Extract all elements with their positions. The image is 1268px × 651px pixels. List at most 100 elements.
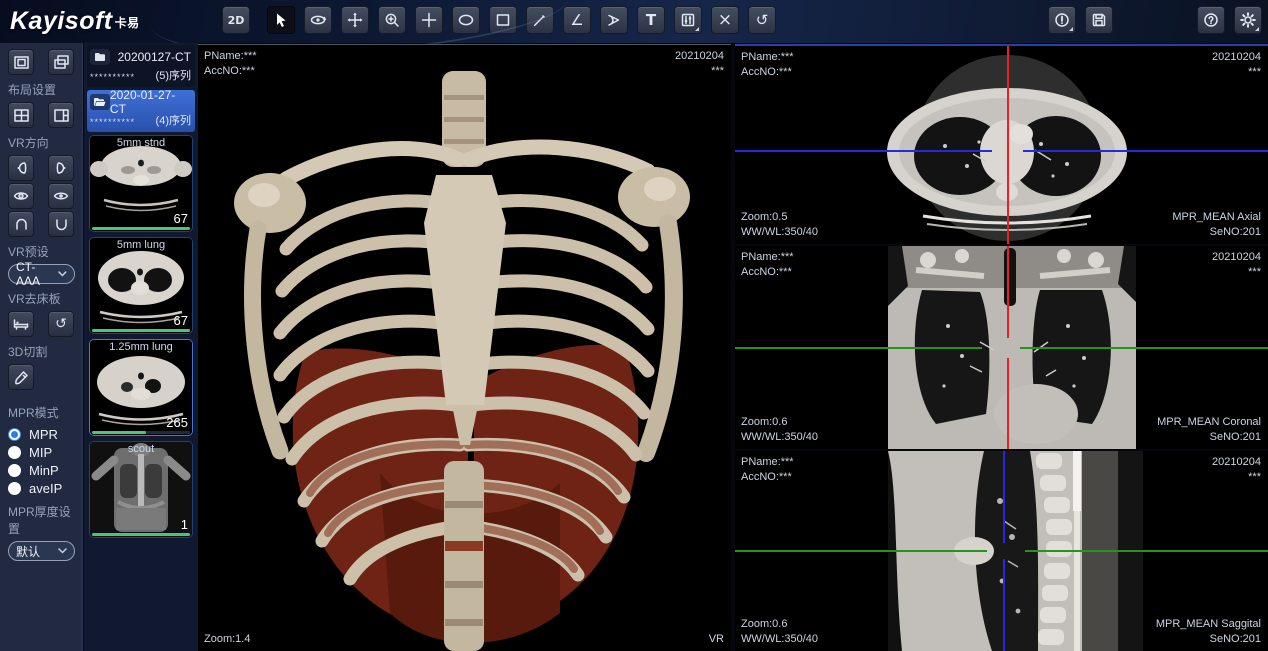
delete-button[interactable]: × xyxy=(711,6,739,34)
axial-crosshair-horizontal-left[interactable] xyxy=(735,150,992,152)
study-series-count: (5)序列 xyxy=(156,67,191,83)
layout-stack-button[interactable] xyxy=(48,49,74,75)
layout-grid-2x2-button[interactable] xyxy=(8,102,34,128)
accno-text: AccNO:*** xyxy=(741,65,794,80)
thumbnail-image xyxy=(90,442,192,537)
ellipse-icon xyxy=(457,12,475,28)
axial-date-overlay: 20210204 *** xyxy=(1212,50,1261,80)
measure-pencil-icon xyxy=(532,12,548,28)
mpr-thickness-value: 默认 xyxy=(16,543,40,560)
accno-text: AccNO:*** xyxy=(741,470,794,485)
axial-crosshair-horizontal-right[interactable] xyxy=(1023,150,1268,152)
reset-icon: ↺ xyxy=(756,13,769,28)
mode-2d-icon: 2D xyxy=(228,15,245,26)
axial-viewport[interactable]: PName:*** AccNO:*** 20210204 *** Zoom:0.… xyxy=(735,44,1268,244)
axial-crosshair-vertical[interactable] xyxy=(1007,46,1009,244)
cursor-button[interactable] xyxy=(267,6,295,34)
measure-button[interactable] xyxy=(526,6,554,34)
viewport-type-text: MPR_MEAN Axial xyxy=(1172,210,1261,225)
app-logo: Kayisoft卡易 xyxy=(10,7,140,36)
vr-face-front-button[interactable] xyxy=(8,183,34,209)
sagittal-crosshair-horizontal-left[interactable] xyxy=(735,550,987,552)
coronal-date-overlay: 20210204 *** xyxy=(1212,250,1261,280)
sagittal-crosshair-horizontal-right[interactable] xyxy=(1025,550,1268,552)
settings-button[interactable] xyxy=(1234,6,1262,34)
reset-button[interactable]: ↺ xyxy=(748,6,776,34)
thumbnail-1-25mm-lung[interactable]: 1.25mm lung 265 xyxy=(89,339,193,436)
pan-button[interactable] xyxy=(341,6,369,34)
remove-bed-button[interactable] xyxy=(8,311,34,337)
bed-reset-button[interactable]: ↺ xyxy=(48,311,74,337)
report-icon xyxy=(1054,12,1070,28)
masked-text: *** xyxy=(1212,65,1261,80)
pname-text: PName:*** xyxy=(741,250,794,265)
vr-head-right-icon xyxy=(54,161,69,176)
vr-head-bottom-button[interactable] xyxy=(48,211,74,237)
mpr-mode-radio-aveip[interactable]: aveIP xyxy=(8,479,82,497)
coronal-viewport[interactable]: PName:*** AccNO:*** 20210204 *** Zoom:0.… xyxy=(735,246,1268,449)
vr-head-right-button[interactable] xyxy=(48,155,74,181)
coronal-crosshair-vertical-bottom[interactable] xyxy=(1007,358,1009,449)
delete-icon: × xyxy=(718,12,732,29)
report-button[interactable] xyxy=(1048,6,1076,34)
vr-direction-label: VR方向 xyxy=(8,134,82,151)
vr-zoom-overlay: Zoom:1.4 xyxy=(204,632,250,647)
vr-face-back-button[interactable] xyxy=(48,183,74,209)
scalpel-button[interactable] xyxy=(8,364,34,390)
seno-text: SeNO:201 xyxy=(1157,430,1261,445)
settings-gear-icon xyxy=(1240,12,1256,28)
vr-preset-select[interactable]: CT-AAA xyxy=(8,264,75,284)
zoom-text: Zoom:1.4 xyxy=(204,632,250,647)
vr-type-overlay: VR xyxy=(709,632,724,647)
sagittal-crosshair-vertical-top[interactable] xyxy=(1003,451,1005,543)
rectangle-tool-button[interactable] xyxy=(489,6,517,34)
cobb-angle-button[interactable] xyxy=(600,6,628,34)
accno-text: AccNO:*** xyxy=(741,265,794,280)
thumbnail-5mm-stnd[interactable]: 5mm stnd 67 xyxy=(89,135,193,232)
pname-text: PName:*** xyxy=(741,455,794,470)
vr-head-left-button[interactable] xyxy=(8,155,34,181)
sidebar: 布局设置 VR方向 xyxy=(0,43,83,651)
folder-closed-icon xyxy=(90,49,110,65)
text-tool-button[interactable]: T xyxy=(637,6,665,34)
axial-zoom-overlay: Zoom:0.5 WW/WL:350/40 xyxy=(741,210,818,240)
mpr-column: PName:*** AccNO:*** 20210204 *** Zoom:0.… xyxy=(735,44,1268,651)
save-button[interactable] xyxy=(1085,6,1113,34)
thumbnail-5mm-lung[interactable]: 5mm lung 67 xyxy=(89,237,193,334)
study-item-20200127[interactable]: 20200127-CT ********** (5)序列 xyxy=(87,45,195,87)
radio-label: MinP xyxy=(29,463,59,478)
layout-1-2-button[interactable] xyxy=(48,102,74,128)
sagittal-viewport[interactable]: PName:*** AccNO:*** 20210204 *** Zoom:0.… xyxy=(735,451,1268,651)
vr-viewport[interactable]: PName:*** AccNO:*** 20210204 *** Zoom:1.… xyxy=(198,44,731,651)
radio-label: MPR xyxy=(29,427,58,442)
thumbnail-title: scout xyxy=(90,443,192,455)
vr-direction-row1 xyxy=(8,155,82,181)
crosshair-button[interactable] xyxy=(415,6,443,34)
layout-single-button[interactable] xyxy=(8,49,34,75)
help-button[interactable] xyxy=(1197,6,1225,34)
mpr-mode-radio-mpr[interactable]: MPR xyxy=(8,425,82,443)
mpr-mode-radio-minp[interactable]: MinP xyxy=(8,461,82,479)
pname-text: PName:*** xyxy=(204,49,257,64)
zoom-in-button[interactable] xyxy=(378,6,406,34)
mpr-mode-radio-mip[interactable]: MIP xyxy=(8,443,82,461)
coronal-crosshair-horizontal-left[interactable] xyxy=(735,347,982,349)
seno-text: SeNO:201 xyxy=(1172,225,1261,240)
rotate-3d-button[interactable] xyxy=(304,6,332,34)
radio-icon xyxy=(8,446,21,459)
coronal-crosshair-vertical-top[interactable] xyxy=(1007,246,1009,338)
coronal-crosshair-horizontal-right[interactable] xyxy=(1020,347,1268,349)
mpr-thickness-select[interactable]: 默认 xyxy=(8,541,75,561)
study-item-2020-01-27[interactable]: 2020-01-27-CT ********** (4)序列 xyxy=(87,90,195,132)
ellipse-tool-button[interactable] xyxy=(452,6,480,34)
mpr-thickness-label: MPR厚度设置 xyxy=(8,503,82,537)
radio-selected-icon xyxy=(8,428,21,441)
sagittal-crosshair-vertical-bottom[interactable] xyxy=(1003,559,1005,651)
sagittal-patient-overlay: PName:*** AccNO:*** xyxy=(741,455,794,485)
angle-button[interactable]: ∠ xyxy=(563,6,591,34)
thumbnail-scout[interactable]: scout 1 xyxy=(89,441,193,538)
vr-head-top-button[interactable] xyxy=(8,211,34,237)
vr-head-top-icon xyxy=(14,217,29,232)
window-level-button[interactable] xyxy=(674,6,702,34)
mode-2d-button[interactable]: 2D xyxy=(222,6,250,34)
